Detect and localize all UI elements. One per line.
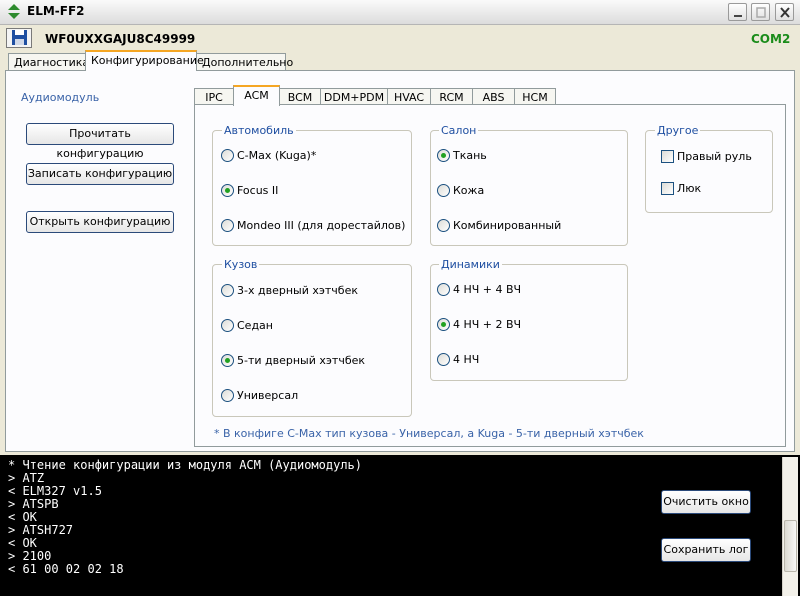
open-config-button[interactable]: Открыть конфигурацию [26,211,174,233]
salon-group-label: Салон [439,124,479,137]
radio-speakers-4lf-label: 4 НЧ [453,353,480,366]
title-bar: ELM-FF2 [0,0,800,25]
checkbox-sunroof-label: Люк [677,182,702,195]
radio-body-sedan[interactable] [221,319,234,332]
radio-salon-leather-label: Кожа [453,184,485,197]
log-line: < 61 00 02 02 18 [8,562,124,576]
tab-rcm[interactable]: RCM [430,88,473,105]
config-note: * В конфиге C-Max тип кузова - Универсал… [214,427,644,440]
radio-salon-combined[interactable] [437,219,450,232]
tab-abs[interactable]: ABS [472,88,515,105]
tab-hvac[interactable]: HVAC [387,88,431,105]
read-config-button[interactable]: Прочитать конфигурацию [26,123,174,160]
body-group-label: Кузов [222,258,260,271]
radio-speakers-4lf[interactable] [437,353,450,366]
radio-car-cmax-label: C-Max (Kuga)* [237,149,317,162]
radio-speakers-4lf-4hf[interactable] [437,283,450,296]
log-scrollbar-thumb[interactable] [784,520,797,572]
tab-ddm-pdm[interactable]: DDM+PDM [320,88,388,105]
radio-body-wagon-label: Универсал [237,389,299,402]
car-group-label: Автомобиль [222,124,296,137]
radio-body-5door[interactable] [221,354,234,367]
radio-car-focus-label: Focus II [237,184,279,197]
radio-body-3door-label: 3-х дверный хэтчбек [237,284,358,297]
tab-additional[interactable]: Дополнительно [196,53,293,70]
maximize-button[interactable] [751,3,770,21]
close-button[interactable] [775,3,794,21]
radio-body-sedan-label: Седан [237,319,273,332]
radio-salon-fabric[interactable] [437,149,450,162]
maximize-icon [756,7,766,18]
radio-car-cmax[interactable] [221,149,234,162]
window-title: ELM-FF2 [27,4,85,18]
other-group [645,130,773,213]
floppy-disk-icon [12,30,27,45]
radio-salon-leather[interactable] [437,184,450,197]
radio-car-mondeo[interactable] [221,219,234,232]
app-icon [8,4,20,19]
tab-hcm[interactable]: HCM [514,88,556,105]
radio-body-3door[interactable] [221,284,234,297]
minimize-button[interactable] [728,3,747,21]
write-config-button[interactable]: Записать конфигурацию [26,163,174,185]
clear-log-button[interactable]: Очистить окно [661,490,751,514]
radio-body-wagon[interactable] [221,389,234,402]
radio-car-mondeo-label: Mondeo III (для дорестайлов) [237,219,406,232]
minimize-icon [734,15,742,17]
vin-display: WF0UXXGAJU8C49999 [45,32,196,46]
close-icon [780,7,790,18]
save-button[interactable] [6,28,32,48]
other-group-label: Другое [655,124,701,137]
tab-acm[interactable]: ACM [233,85,280,106]
tab-bcm[interactable]: BCM [279,88,321,105]
tab-ipc[interactable]: IPC [194,88,234,105]
log-line: * Чтение конфигурации из модуля ACM (Ауд… [8,458,363,472]
tab-diagnostics[interactable]: Диагностика [8,53,89,70]
checkbox-right-hand-drive[interactable] [661,150,674,163]
radio-salon-fabric-label: Ткань [453,149,487,162]
radio-body-5door-label: 5-ти дверный хэтчбек [237,354,366,367]
speakers-group-label: Динамики [439,258,502,271]
module-label: Аудиомодуль [21,91,100,104]
save-log-button[interactable]: Сохранить лог [661,538,751,562]
radio-speakers-4lf-2hf-label: 4 НЧ + 2 ВЧ [453,318,522,331]
checkbox-right-hand-drive-label: Правый руль [677,150,752,163]
radio-salon-combined-label: Комбинированный [453,219,562,232]
radio-car-focus[interactable] [221,184,234,197]
port-status: COM2 [751,32,791,46]
radio-speakers-4lf-2hf[interactable] [437,318,450,331]
radio-speakers-4lf-4hf-label: 4 НЧ + 4 ВЧ [453,283,522,296]
checkbox-sunroof[interactable] [661,182,674,195]
tab-configuration[interactable]: Конфигурирование [85,50,204,71]
